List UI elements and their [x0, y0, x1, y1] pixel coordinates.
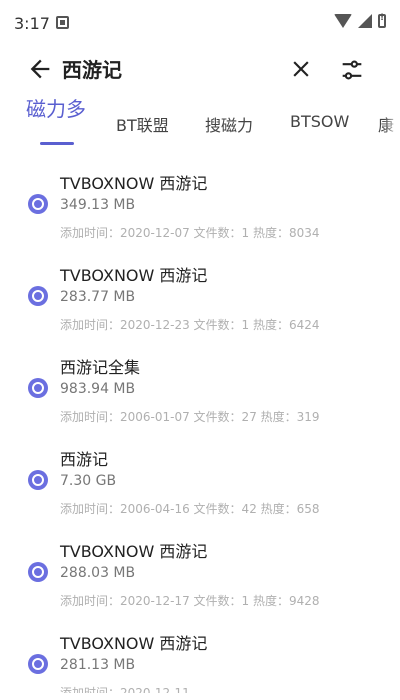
result-meta: 添加时间：2006-01-07 文件数：27 热度：319 — [60, 410, 320, 424]
result-title: TVBOXNOW 西游记 — [60, 266, 208, 285]
result-size: 281.13 MB — [60, 657, 136, 673]
magnet-result-icon — [28, 194, 48, 214]
close-icon — [293, 61, 309, 77]
result-size: 983.94 MB — [60, 381, 136, 397]
result-meta: 添加时间：2020-12-17 文件数：1 热度：9428 — [60, 594, 320, 608]
result-item[interactable]: TVBOXNOW 西游记 281.13 MB 添加时间：2020-12-11 — [0, 610, 400, 700]
result-title: 西游记 — [60, 450, 109, 469]
tab-ciliduo[interactable]: 磁力多 — [26, 96, 86, 122]
clear-search-button[interactable] — [288, 56, 314, 82]
result-title: TVBOXNOW 西游记 — [60, 634, 208, 653]
magnet-result-icon — [28, 654, 48, 674]
result-size: 283.77 MB — [60, 289, 136, 305]
arrow-left-icon — [30, 59, 50, 79]
magnet-result-icon — [28, 562, 48, 582]
wifi-icon — [334, 14, 352, 28]
tabs-overflow-fade — [384, 96, 400, 136]
magnet-result-icon — [28, 286, 48, 306]
magnet-result-icon — [28, 470, 48, 490]
signal-icon — [358, 14, 372, 28]
tune-icon — [342, 60, 362, 80]
result-title: 西游记全集 — [60, 358, 141, 377]
result-item[interactable]: TVBOXNOW 西游记 283.77 MB 添加时间：2020-12-23 文… — [0, 242, 400, 332]
search-top-bar: 西游记 — [0, 50, 400, 90]
result-item[interactable]: TVBOXNOW 西游记 288.03 MB 添加时间：2020-12-17 文… — [0, 518, 400, 608]
result-size: 349.13 MB — [60, 197, 136, 213]
result-item[interactable]: 西游记全集 983.94 MB 添加时间：2006-01-07 文件数：27 热… — [0, 334, 400, 424]
tab-soucili[interactable]: 搜磁力 — [205, 112, 253, 136]
result-item[interactable]: 西游记 7.30 GB 添加时间：2006-04-16 文件数：42 热度：65… — [0, 426, 400, 516]
result-size: 7.30 GB — [60, 473, 117, 489]
filter-button[interactable] — [338, 56, 366, 84]
result-meta: 添加时间：2020-12-23 文件数：1 热度：6424 — [60, 318, 320, 332]
battery-alert-icon — [378, 13, 386, 28]
result-meta: 添加时间：2020-12-07 文件数：1 热度：8034 — [60, 226, 320, 240]
result-item[interactable]: TVBOXNOW 西游记 349.13 MB 添加时间：2020-12-07 文… — [0, 150, 400, 240]
result-title: TVBOXNOW 西游记 — [60, 542, 208, 561]
active-tab-indicator — [40, 142, 74, 145]
back-button[interactable] — [26, 55, 54, 83]
status-icons — [334, 13, 386, 28]
source-tabs: 磁力多 BT联盟 搜磁力 BTSOW 康 — [0, 96, 400, 146]
result-size: 288.03 MB — [60, 565, 136, 581]
notification-icon — [56, 16, 69, 29]
search-query[interactable]: 西游记 — [62, 54, 122, 83]
magnet-result-icon — [28, 378, 48, 398]
result-title: TVBOXNOW 西游记 — [60, 174, 208, 193]
tab-bt-lianmeng[interactable]: BT联盟 — [116, 112, 169, 136]
result-meta: 添加时间：2006-04-16 文件数：42 热度：658 — [60, 502, 320, 516]
result-meta: 添加时间：2020-12-11 — [60, 686, 190, 693]
status-time: 3:17 — [14, 14, 50, 33]
status-bar: 3:17 — [0, 0, 400, 50]
tab-btsow[interactable]: BTSOW — [290, 112, 349, 131]
